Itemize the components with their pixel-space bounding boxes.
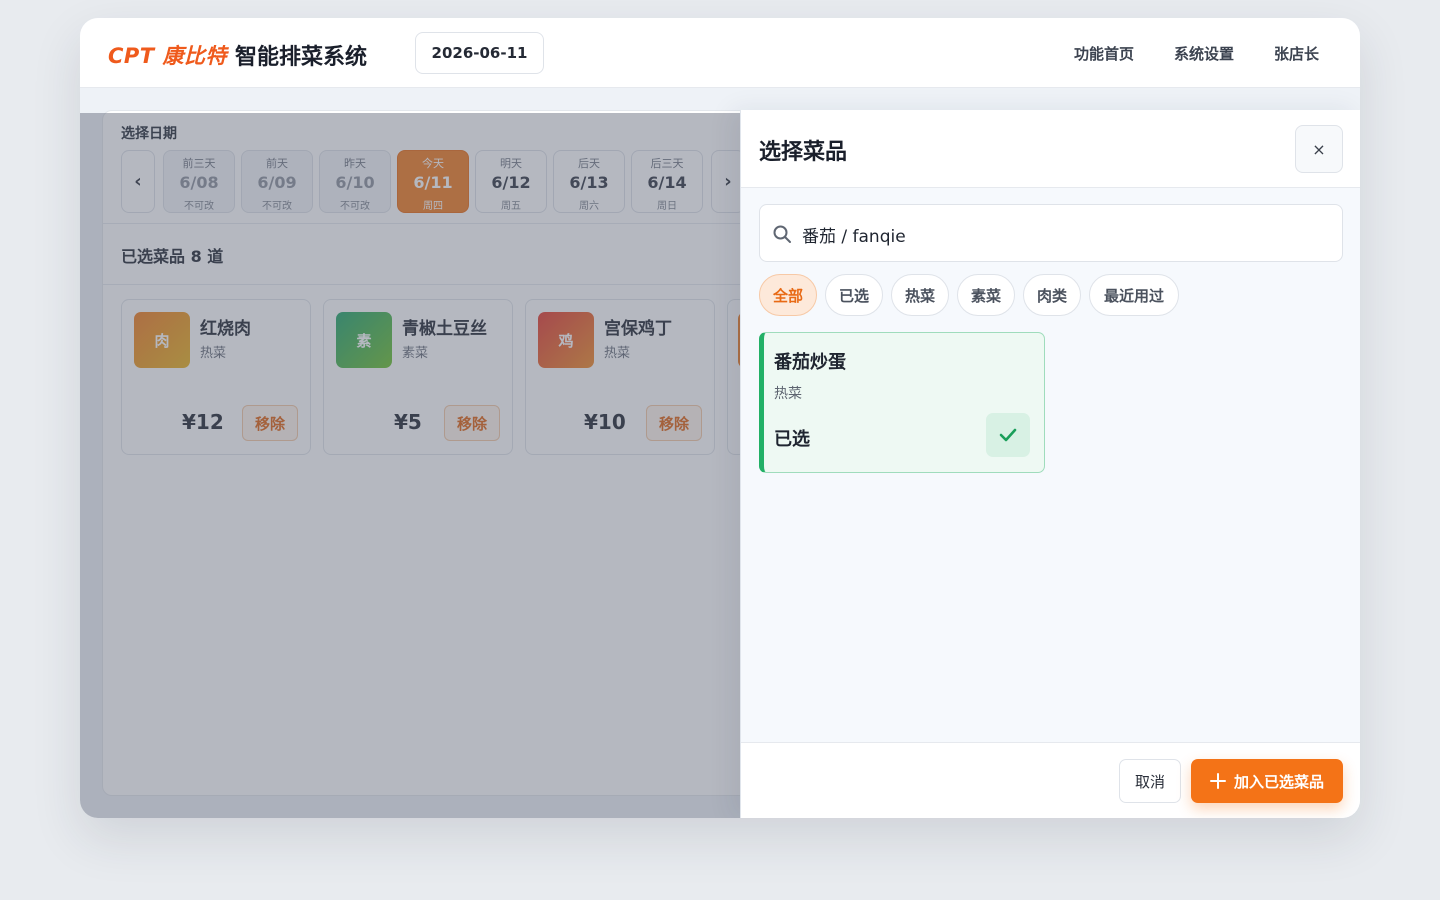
nav-user[interactable]: 张店长 — [1274, 43, 1319, 64]
filter-meat[interactable]: 肉类 — [1023, 274, 1081, 316]
check-icon — [999, 428, 1017, 442]
close-icon: × — [1312, 139, 1326, 159]
add-button-label: 加入已选菜品 — [1233, 772, 1324, 791]
add-to-selected-button[interactable]: 加入已选菜品 — [1191, 759, 1343, 803]
top-bar: CPT 康比特 智能排菜系统 2026-06-11 功能首页 系统设置 张店长 — [80, 18, 1360, 88]
selected-toggle[interactable] — [986, 413, 1030, 457]
nav-settings[interactable]: 系统设置 — [1174, 43, 1234, 64]
cancel-button[interactable]: 取消 — [1119, 759, 1181, 803]
modal-backdrop[interactable] — [80, 113, 740, 818]
close-button[interactable]: × — [1295, 125, 1343, 173]
brand-logo: CPT 康比特 — [108, 44, 227, 68]
filter-recent[interactable]: 最近用过 — [1089, 274, 1179, 316]
result-card-tomato-egg[interactable]: 番茄炒蛋 热菜 已选 — [759, 332, 1045, 473]
result-status: 已选 — [774, 429, 810, 450]
filter-selected[interactable]: 已选 — [825, 274, 883, 316]
plus-icon — [1209, 773, 1226, 789]
search-input[interactable]: 番茄 / fanqie — [759, 204, 1343, 262]
result-category: 热菜 — [774, 386, 802, 402]
app-window: CPT 康比特 智能排菜系统 2026-06-11 功能首页 系统设置 张店长 … — [80, 18, 1360, 818]
drawer-header: 选择菜品 × — [741, 110, 1360, 188]
drawer-title: 选择菜品 — [759, 140, 848, 165]
nav-home[interactable]: 功能首页 — [1074, 43, 1134, 64]
search-value: 番茄 / fanqie — [802, 227, 906, 247]
filter-all[interactable]: 全部 — [759, 274, 817, 316]
filter-vegetarian[interactable]: 素菜 — [957, 274, 1015, 316]
filter-hot-dishes[interactable]: 热菜 — [891, 274, 949, 316]
drawer-footer: 取消 加入已选菜品 — [741, 742, 1360, 818]
search-icon — [773, 225, 791, 243]
result-name: 番茄炒蛋 — [774, 352, 846, 373]
dish-picker-drawer: 选择菜品 × 番茄 / fanqie 全部 已选 热菜 素菜 肉类 最近用过 番… — [740, 110, 1360, 818]
current-date-chip[interactable]: 2026-06-11 — [415, 32, 544, 74]
app-title: 智能排菜系统 — [235, 45, 368, 70]
